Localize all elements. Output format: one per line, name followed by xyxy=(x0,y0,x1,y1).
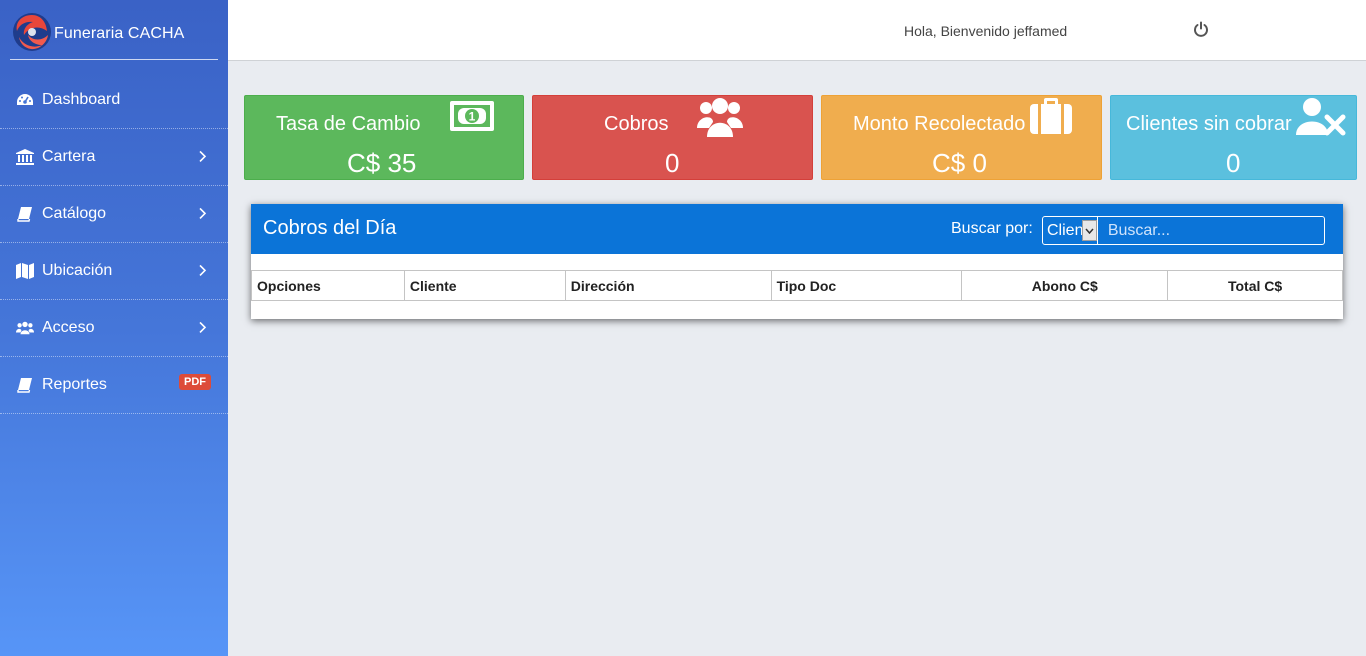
stat-card-cobros[interactable]: Cobros 0 xyxy=(532,95,813,180)
column-header-tipo-doc[interactable]: Tipo Doc xyxy=(770,270,963,301)
card-value: 0 xyxy=(665,148,680,178)
sidebar-item-reportes[interactable]: Reportes PDF xyxy=(0,357,228,414)
logo-icon xyxy=(13,12,51,51)
search-box: Cliente xyxy=(1042,216,1325,245)
chevron-down-icon[interactable] xyxy=(1081,220,1097,241)
chevron-right-icon xyxy=(199,264,207,276)
table-header-row: Opciones Cliente Dirección Tipo Doc Abon… xyxy=(251,270,1343,301)
brand[interactable]: Funeraria CACHA xyxy=(10,0,218,60)
card-value: C$ 35 xyxy=(347,148,417,178)
sidebar-item-label: Ubicación xyxy=(42,262,113,279)
sidebar-menu: Dashboard Cartera Catálogo Ubicación Acc… xyxy=(0,72,228,414)
panel-title: Cobros del Día xyxy=(263,217,397,239)
brand-name: Funeraria CACHA xyxy=(54,24,185,42)
column-header-opciones[interactable]: Opciones xyxy=(251,270,405,301)
user-times-icon xyxy=(1296,98,1346,136)
chevron-right-icon xyxy=(199,321,207,333)
pdf-badge: PDF xyxy=(179,374,211,390)
sidebar-item-label: Catálogo xyxy=(42,205,107,222)
column-header-cliente[interactable]: Cliente xyxy=(403,270,566,301)
card-title: Cobros xyxy=(604,113,669,135)
power-icon[interactable] xyxy=(1193,21,1209,37)
book-icon xyxy=(16,205,34,223)
column-header-abono[interactable]: Abono C$ xyxy=(961,270,1169,301)
sidebar-item-label: Reportes xyxy=(42,376,107,393)
stat-card-clientes-sin-cobrar[interactable]: Clientes sin cobrar 0 xyxy=(1110,95,1357,180)
tachometer-icon xyxy=(16,91,34,109)
sidebar-item-dashboard[interactable]: Dashboard xyxy=(0,72,228,129)
sidebar-item-cartera[interactable]: Cartera xyxy=(0,129,228,186)
stat-card-monto-recolectado[interactable]: Monto Recolectado C$ 0 xyxy=(821,95,1102,180)
bank-icon xyxy=(16,148,34,166)
sidebar-item-catalogo[interactable]: Catálogo xyxy=(0,186,228,243)
panel-header: Cobros del Día Buscar por: Cliente xyxy=(251,204,1343,254)
cobros-table: Opciones Cliente Dirección Tipo Doc Abon… xyxy=(251,270,1343,301)
users-icon xyxy=(697,98,743,137)
sidebar-item-acceso[interactable]: Acceso xyxy=(0,300,228,357)
sidebar-item-label: Acceso xyxy=(42,319,95,336)
sidebar-item-label: Dashboard xyxy=(42,91,121,108)
chevron-right-icon xyxy=(199,207,207,219)
search-field-select[interactable]: Cliente xyxy=(1043,217,1098,244)
card-title: Tasa de Cambio xyxy=(276,113,421,135)
svg-text:1: 1 xyxy=(469,110,476,124)
chevron-right-icon xyxy=(199,150,207,162)
sidebar: Funeraria CACHA Dashboard Cartera Catálo… xyxy=(0,0,228,656)
search-label: Buscar por: xyxy=(951,220,1033,237)
sidebar-item-ubicacion[interactable]: Ubicación xyxy=(0,243,228,300)
column-header-total[interactable]: Total C$ xyxy=(1167,270,1343,301)
cobros-panel: Cobros del Día Buscar por: Cliente Opcio… xyxy=(251,204,1343,319)
map-icon xyxy=(16,262,34,280)
search-input[interactable] xyxy=(1097,216,1317,245)
card-value: C$ 0 xyxy=(932,148,987,178)
money-icon: 1 xyxy=(450,101,494,131)
briefcase-icon xyxy=(1030,98,1072,134)
topbar: Hola, Bienvenido jeffamed xyxy=(228,0,1366,61)
card-value: 0 xyxy=(1226,148,1241,178)
stat-card-tasa-cambio[interactable]: Tasa de Cambio C$ 35 1 xyxy=(244,95,524,180)
book-icon xyxy=(16,376,34,394)
column-header-direccion[interactable]: Dirección xyxy=(564,270,772,301)
welcome-text: Hola, Bienvenido jeffamed xyxy=(904,23,1068,39)
card-title: Clientes sin cobrar xyxy=(1126,113,1292,135)
users-icon xyxy=(16,319,34,337)
card-title: Monto Recolectado xyxy=(853,113,1026,135)
sidebar-item-label: Cartera xyxy=(42,148,96,165)
